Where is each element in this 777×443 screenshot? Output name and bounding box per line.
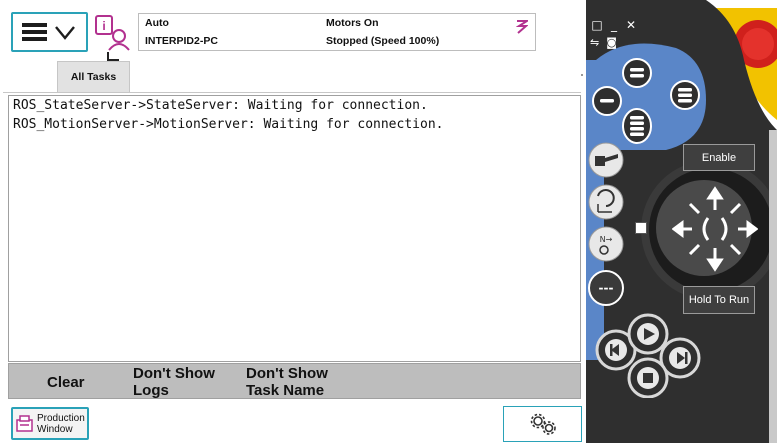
programmable-key-2[interactable] [592, 86, 622, 116]
close-button[interactable]: ✕ [624, 18, 638, 32]
programmable-key-3[interactable] [670, 80, 700, 110]
production-window-icon [16, 415, 33, 432]
increment-toggle-button[interactable]: N→ [588, 226, 624, 262]
joystick-lock-icon [635, 222, 647, 234]
connector-line [107, 52, 119, 61]
svg-text:---: --- [599, 281, 614, 295]
enable-button[interactable]: Enable [683, 144, 755, 171]
gears-icon [530, 413, 556, 435]
production-window-label: Production Window [37, 412, 85, 435]
command-bar: Clear Don't Show Logs Don't Show Task Na… [8, 363, 581, 399]
dont-show-task-name-button[interactable]: Don't Show Task Name [246, 365, 328, 399]
svg-text:i: i [102, 19, 105, 33]
tab-all-tasks[interactable]: All Tasks [57, 61, 130, 92]
operating-mode: Auto [145, 17, 169, 29]
programmable-key-1[interactable] [622, 58, 652, 88]
event-log-icon[interactable]: i [93, 12, 135, 52]
window-controls: □ _ ✕ [590, 18, 638, 32]
system-name: INTERPID2-PC [145, 35, 218, 47]
program-state: Stopped (Speed 100%) [326, 35, 440, 47]
program-controls [595, 313, 701, 398]
log-line: ROS_MotionServer->MotionServer: Waiting … [13, 117, 444, 132]
swap-icon[interactable]: ⇋ [590, 36, 599, 49]
programmable-key-4[interactable] [622, 108, 652, 144]
chevron-down-icon [55, 26, 75, 40]
motion-mode-axis-button[interactable] [588, 184, 624, 220]
tab-divider [3, 92, 581, 93]
restore-button[interactable]: □ [590, 18, 604, 32]
virtual-pendant: □ _ ✕ ⇋ ◙ N→ --- Enable Hold To Run [586, 0, 777, 443]
clear-button[interactable]: Clear [47, 374, 85, 391]
dont-show-logs-button[interactable]: Don't Show Logs [133, 365, 215, 399]
quickset-button[interactable] [503, 406, 582, 442]
camera-icon[interactable]: ◙ [606, 36, 617, 49]
svg-text:N→: N→ [600, 235, 613, 244]
hamburger-icon [22, 23, 47, 41]
window-controls-2: ⇋ ◙ [590, 36, 617, 49]
more-keys-button[interactable]: --- [588, 270, 624, 306]
production-window-button[interactable]: Production Window [11, 407, 89, 440]
joystick-arrows-icon[interactable] [672, 186, 758, 272]
flexpendant-screen: i Auto INTERPID2-PC Motors On Stopped (S… [0, 0, 586, 443]
log-output-area[interactable]: ROS_StateServer->StateServer: Waiting fo… [8, 95, 581, 362]
status-bar[interactable]: Auto INTERPID2-PC Motors On Stopped (Spe… [138, 13, 536, 51]
minimize-button[interactable]: _ [607, 18, 621, 32]
main-menu-button[interactable] [11, 12, 88, 52]
divider-dot [581, 74, 583, 76]
select-mechanical-unit-button[interactable] [588, 142, 624, 178]
motors-state: Motors On [326, 17, 379, 29]
robot-status-icon [516, 20, 528, 34]
log-line: ROS_StateServer->StateServer: Waiting fo… [13, 98, 428, 113]
